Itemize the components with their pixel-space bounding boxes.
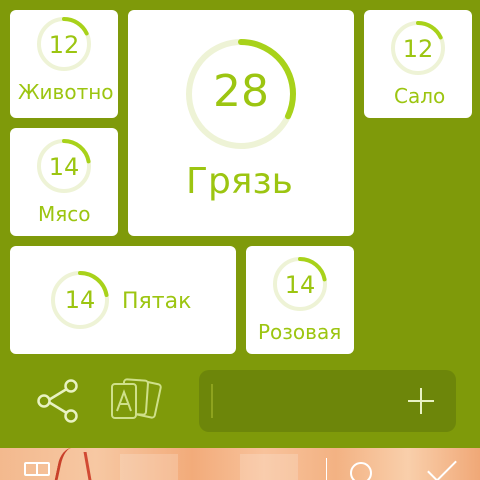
word-tile-zhivotnoe[interactable]: 12 Животно bbox=[10, 10, 118, 118]
tile-number: 12 bbox=[48, 31, 80, 59]
word-tile-pyatak[interactable]: 14 Пятак bbox=[10, 246, 236, 354]
background-stroke bbox=[83, 452, 107, 480]
divider bbox=[326, 458, 327, 480]
background-stroke bbox=[54, 448, 82, 480]
tile-number: 14 bbox=[48, 153, 80, 181]
plus-icon[interactable] bbox=[408, 388, 434, 414]
chevron-icon[interactable] bbox=[427, 452, 457, 480]
tile-label: Сало bbox=[394, 84, 446, 108]
share-icon[interactable] bbox=[34, 378, 80, 424]
answer-input[interactable] bbox=[199, 370, 456, 432]
tile-label: Пятак bbox=[122, 289, 192, 314]
search-icon[interactable] bbox=[350, 462, 372, 480]
word-tile-gryaz[interactable]: 28 Грязь bbox=[128, 10, 354, 236]
cards-a-icon[interactable] bbox=[108, 376, 166, 426]
tile-label: Мясо bbox=[38, 202, 91, 226]
background-block bbox=[120, 454, 178, 480]
word-tile-rozovaya[interactable]: 14 Розовая bbox=[246, 246, 354, 354]
tile-label: Розовая bbox=[258, 320, 342, 344]
text-cursor bbox=[211, 384, 213, 418]
word-tile-myaso[interactable]: 14 Мясо bbox=[10, 128, 118, 236]
tile-number: 14 bbox=[284, 271, 316, 299]
word-tile-salo[interactable]: 12 Сало bbox=[364, 10, 472, 118]
tile-number: 12 bbox=[402, 35, 434, 63]
background-strip bbox=[0, 448, 480, 480]
background-block bbox=[240, 454, 298, 480]
tile-number: 14 bbox=[64, 286, 96, 314]
tile-label: Грязь bbox=[186, 161, 293, 202]
grid-icon[interactable] bbox=[24, 462, 50, 476]
tile-label: Животно bbox=[18, 80, 114, 104]
tile-number: 28 bbox=[213, 66, 269, 117]
